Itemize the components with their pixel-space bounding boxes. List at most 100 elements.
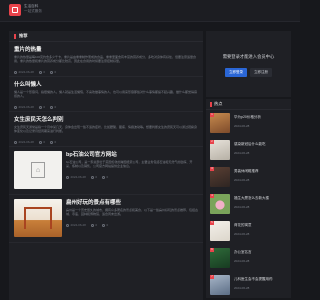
article-item[interactable]: 女生庶民天怎么判别 女生庶民天通常是指一个月中某几天，身体会出现一些不适的症状，… — [9, 112, 203, 147]
login-prompt: 需要登录才能进入会员中心 — [222, 54, 275, 59]
article-excerpt: 懒人是一个形容词，指很懒的人。懒人就是生活懒惰，不喜欢做事情的人，也可以用来形容… — [14, 90, 198, 99]
comments-text: 0 — [54, 105, 57, 109]
hot-item[interactable]: 7 儿科医生会不会提醒用药 2024-06-28 — [206, 272, 291, 299]
site-name[interactable]: 生活百科 一站式服务 — [24, 4, 42, 13]
article-excerpt: 女生庶民天通常是指一个月中某几天，身体会出现一些不适的症状，比如腰酸、腹痛、情绪… — [14, 125, 198, 134]
rank-badge: 7 — [210, 275, 214, 279]
clock-icon — [14, 105, 17, 109]
date-text: 2024-06-28 — [18, 105, 34, 109]
article-item[interactable]: ⌂ bp石油公司官方网站 bp石油公司，是一家总部位于英国伦敦的跨国能源公司，主… — [9, 147, 203, 195]
rank-badge: 3 — [210, 167, 214, 171]
article-item[interactable]: 什么叫懒人 懒人是一个形容词，指很懒的人。懒人就是生活懒惰，不喜欢做事情的人，也… — [9, 77, 203, 112]
hot-item[interactable]: 3 男装休闲鞋推荐 2024-06-28 — [206, 164, 291, 191]
hot-item-date: 2024-06-28 — [234, 151, 250, 155]
article-thumbnail[interactable] — [14, 199, 62, 237]
eye-icon — [90, 223, 94, 227]
login-buttons: 立即登录 立即注册 — [206, 68, 291, 77]
article-title[interactable]: 扁州好玩的景点有哪些 — [66, 195, 198, 207]
hot-item-date: 2024-06-28 — [234, 124, 250, 128]
clock-icon — [14, 70, 17, 74]
sidebar: 需要登录才能进入会员中心 立即登录 立即注册 热点 1 华为p20价格分析 20… — [206, 31, 291, 298]
site-name-line1: 生活百科 — [24, 4, 39, 8]
article-comments: 0 — [102, 175, 108, 179]
article-comments: 0 — [50, 140, 56, 144]
article-meta: 2024-06-28 0 0 — [14, 68, 198, 76]
clock-icon — [66, 223, 69, 227]
article-meta: 2024-06-28 0 0 — [66, 173, 198, 181]
article-meta: 2024-06-28 0 0 — [14, 103, 198, 111]
rank-badge: 2 — [210, 140, 214, 144]
article-thumbnail[interactable]: ⌂ — [14, 151, 62, 189]
hot-item[interactable]: 6 办公室名言 2024-06-28 — [206, 245, 291, 272]
hot-item-date: 2024-06-28 — [234, 205, 250, 209]
article-excerpt: bp石油公司，是一家总部位于英国伦敦的跨国能源公司，主要业务包括石油和天然气的勘… — [66, 160, 193, 169]
main-content: 推荐 重片的热量 重片的热量是每100克约含多少千卡，重片是由重重制作而成的食品… — [9, 31, 203, 300]
accent-bar — [14, 33, 16, 39]
article-title[interactable]: 重片的热量 — [14, 42, 198, 54]
comment-icon — [102, 175, 106, 179]
top-header: 生活百科 一站式服务 — [0, 0, 300, 22]
hot-item-title[interactable]: 男装休闲鞋推荐 — [234, 169, 289, 173]
rank-badge: 5 — [210, 221, 214, 225]
comment-icon — [50, 105, 54, 109]
login-panel: 需要登录才能进入会员中心 立即登录 立即注册 — [206, 31, 291, 97]
article-title[interactable]: 女生庶民天怎么判别 — [14, 112, 198, 124]
views-text: 0 — [43, 105, 46, 109]
article-excerpt: 重片的热量是每100克约含多少千卡，重片是由重重制作而成的食品，重重里面含有丰富… — [14, 55, 197, 64]
login-button[interactable]: 立即登录 — [225, 68, 247, 77]
article-views: 0 — [38, 140, 45, 144]
comment-icon — [50, 70, 54, 74]
clock-icon — [14, 140, 17, 144]
hot-item-date: 2024-06-28 — [234, 178, 250, 182]
clock-icon — [66, 175, 69, 179]
hot-item-date: 2024-06-28 — [234, 286, 250, 290]
article-date: 2024-06-28 — [14, 105, 34, 109]
comments-text: 0 — [106, 175, 109, 179]
article-item[interactable]: 重片的热量 重片的热量是每100克约含多少千卡，重片是由重重制作而成的食品，重重… — [9, 42, 203, 77]
hot-item[interactable]: 2 感染新冠后什么能吃 2024-06-28 — [206, 137, 291, 164]
hot-panel: 热点 1 华为p20价格分析 2024-06-28 2 感染新冠后什么能吃 20… — [206, 99, 291, 298]
article-views: 0 — [90, 175, 98, 179]
article-comments: 0 — [50, 105, 56, 109]
hot-item-title[interactable]: 感染新冠后什么能吃 — [234, 142, 289, 146]
hot-title: 热点 — [214, 101, 223, 106]
hot-item-title[interactable]: 儿科医生会不会提醒用药 — [234, 277, 289, 281]
comments-text: 0 — [106, 223, 109, 227]
eye-icon — [38, 70, 42, 74]
section-title: 推荐 — [19, 33, 28, 38]
date-text: 2024-06-28 — [18, 70, 34, 74]
article-date: 2024-06-28 — [14, 70, 34, 74]
rank-badge: 6 — [210, 248, 214, 252]
date-text: 2024-06-28 — [70, 175, 86, 179]
date-text: 2024-06-28 — [18, 140, 34, 144]
article-date: 2024-06-28 — [66, 175, 86, 179]
hot-item-title[interactable]: 华为p20价格分析 — [234, 115, 289, 119]
hot-item-title[interactable]: 办公室名言 — [234, 250, 289, 254]
eye-icon — [38, 105, 42, 109]
gate-icon — [24, 207, 52, 229]
article-title[interactable]: 什么叫懒人 — [14, 77, 198, 89]
hot-header: 热点 — [206, 99, 291, 110]
article-excerpt: 扁州是一个历史悠久的城市，拥有众多著名的景点和美食，以下是一些扁州好玩的景点推荐… — [66, 208, 198, 217]
hot-item-title[interactable]: 荷花的寓意 — [234, 223, 289, 227]
hot-item-title[interactable]: 福生大厦怎么去新大楼 — [234, 196, 289, 200]
views-text: 0 — [95, 175, 98, 179]
views-text: 0 — [43, 70, 46, 74]
hot-item-date: 2024-06-28 — [234, 259, 250, 263]
site-logo[interactable] — [9, 4, 21, 16]
article-item[interactable]: 扁州好玩的景点有哪些 扁州是一个历史悠久的城市，拥有众多著名的景点和美食，以下是… — [9, 195, 203, 243]
register-button[interactable]: 立即注册 — [250, 68, 272, 77]
article-views: 0 — [38, 105, 46, 109]
article-title[interactable]: bp石油公司官方网站 — [66, 147, 198, 159]
rank-badge: 1 — [210, 113, 214, 117]
eye-icon — [90, 175, 94, 179]
views-text: 0 — [95, 223, 98, 227]
hot-item[interactable]: 1 华为p20价格分析 2024-06-28 — [206, 110, 291, 137]
hot-item[interactable]: 5 荷花的寓意 2024-06-28 — [206, 218, 291, 245]
hot-item[interactable]: 4 福生大厦怎么去新大楼 2024-06-28 — [206, 191, 291, 218]
article-views: 0 — [38, 70, 46, 74]
emblem-icon: ⌂ — [31, 162, 45, 178]
logo-icon — [12, 7, 18, 13]
hot-item-date: 2024-06-28 — [234, 232, 250, 236]
comment-icon — [102, 223, 106, 227]
